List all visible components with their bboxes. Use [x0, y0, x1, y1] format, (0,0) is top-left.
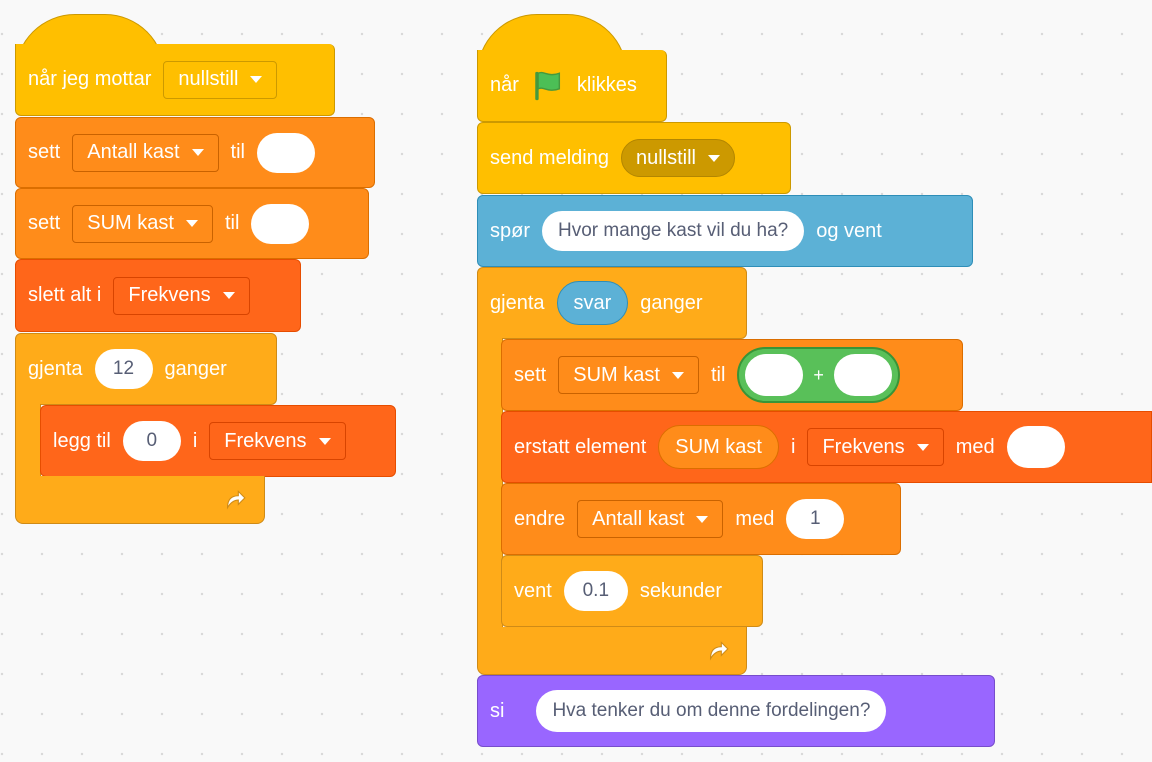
change-variable-block[interactable]: endre Antall kast med 1: [501, 483, 901, 555]
left-operand-input[interactable]: [745, 354, 804, 396]
repeat-count-input[interactable]: 12: [94, 349, 153, 389]
broadcast-block[interactable]: send melding nullstill: [477, 122, 791, 194]
dropdown-arrow-icon: [191, 149, 204, 156]
addition-operator-block[interactable]: +: [737, 347, 900, 403]
dropdown-arrow-icon: [916, 443, 929, 451]
dropdown-arrow-icon: [222, 292, 235, 299]
delete-all-of-list-block[interactable]: slett alt i Frekvens: [15, 259, 301, 332]
replace-item-block[interactable]: erstatt element SUM kast i Frekvens med: [501, 411, 1152, 483]
block-label: klikkes: [576, 74, 637, 96]
ask-and-wait-block[interactable]: spør Hvor mange kast vil du ha? og vent: [477, 195, 973, 267]
set-variable-block[interactable]: sett SUM kast til +: [501, 339, 963, 411]
repeat-arm: [477, 338, 503, 628]
when-flag-clicked-block[interactable]: når klikkes: [477, 50, 667, 122]
block-label: til: [230, 141, 245, 163]
variable-dropdown[interactable]: SUM kast: [72, 204, 213, 243]
block-label: med: [955, 435, 995, 458]
when-i-receive-block[interactable]: når jeg mottar nullstill: [15, 44, 335, 116]
block-label: ganger: [640, 291, 703, 314]
list-dropdown[interactable]: Frekvens: [807, 428, 944, 466]
variable-dropdown[interactable]: Antall kast: [577, 500, 724, 538]
list-dropdown[interactable]: Frekvens: [113, 276, 250, 315]
wait-block[interactable]: vent 0.1 sekunder: [501, 555, 763, 627]
message-dropdown[interactable]: nullstill: [163, 60, 278, 99]
right-operand-input[interactable]: [833, 354, 892, 396]
block-label: erstatt element: [514, 435, 647, 458]
sum-kast-reporter[interactable]: SUM kast: [658, 425, 779, 469]
variable-dropdown[interactable]: SUM kast: [558, 356, 699, 394]
wait-seconds-input[interactable]: 0.1: [563, 571, 628, 611]
block-label: når: [490, 74, 519, 96]
green-flag-icon: [535, 71, 560, 100]
question-input[interactable]: Hvor mange kast vil du ha?: [542, 211, 805, 251]
loop-arrow-icon: [226, 490, 246, 510]
block-label: send melding: [490, 146, 609, 169]
block-label: vent: [514, 579, 552, 602]
dropdown-arrow-icon: [318, 437, 331, 445]
dropdown-arrow-icon: [708, 154, 720, 162]
block-label: slett alt i: [28, 284, 102, 306]
message-input[interactable]: Hva tenker du om denne fordelingen?: [536, 690, 887, 732]
block-label: sett: [28, 212, 61, 234]
block-label: i: [790, 435, 796, 458]
say-block[interactable]: si Hva tenker du om denne fordelingen?: [477, 675, 995, 747]
variable-dropdown[interactable]: Antall kast: [72, 133, 219, 172]
value-input[interactable]: [256, 132, 315, 173]
dropdown-arrow-icon: [696, 515, 709, 523]
list-dropdown[interactable]: Frekvens: [209, 422, 346, 460]
block-label: med: [735, 507, 775, 530]
block-label: gjenta: [28, 357, 83, 380]
block-label: sett: [28, 141, 61, 163]
dropdown-arrow-icon: [671, 371, 684, 379]
code-workspace[interactable]: når jeg mottar nullstill sett Antall kas…: [0, 0, 1152, 762]
repeat-footer: [477, 627, 747, 675]
repeat-arm: [15, 404, 41, 476]
block-label: sett: [514, 363, 547, 386]
block-label: endre: [514, 507, 566, 530]
block-label: når jeg mottar: [28, 68, 152, 90]
repeat-header[interactable]: gjenta 12 ganger: [15, 333, 277, 405]
block-label: si: [490, 699, 505, 722]
block-label: ganger: [164, 357, 227, 380]
block-label: sekunder: [639, 579, 723, 602]
message-dropdown[interactable]: nullstill: [620, 139, 735, 177]
block-label: gjenta: [490, 291, 545, 314]
value-input[interactable]: [251, 203, 310, 244]
loop-arrow-icon: [709, 641, 729, 661]
change-amount-input[interactable]: 1: [786, 499, 845, 539]
block-label: til: [710, 363, 726, 386]
set-variable-block[interactable]: sett SUM kast til: [15, 188, 369, 259]
block-label: til: [224, 212, 240, 234]
block-label: spør: [490, 219, 530, 242]
block-label: i: [192, 429, 198, 452]
set-variable-block[interactable]: sett Antall kast til: [15, 117, 375, 188]
repeat-header[interactable]: gjenta svar ganger: [477, 267, 747, 339]
add-to-list-block[interactable]: legg til 0 i Frekvens: [40, 405, 396, 477]
block-label: legg til: [53, 429, 111, 452]
dropdown-arrow-icon: [185, 220, 198, 227]
block-label: og vent: [816, 219, 882, 242]
plus-operator: +: [813, 364, 824, 385]
answer-reporter[interactable]: svar: [556, 281, 629, 325]
replacement-value-input[interactable]: [1006, 426, 1065, 468]
item-value-input[interactable]: 0: [122, 421, 181, 461]
repeat-footer: [15, 476, 265, 524]
dropdown-arrow-icon: [250, 76, 263, 83]
